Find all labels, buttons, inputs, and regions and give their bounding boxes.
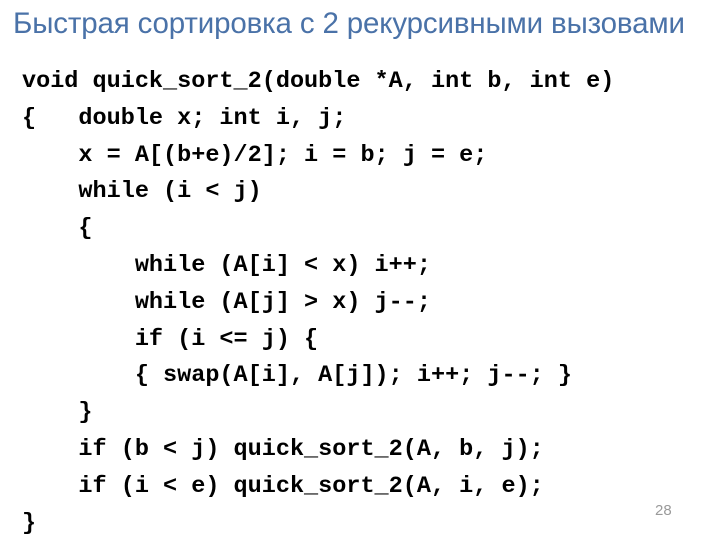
- code-line: {: [22, 215, 93, 243]
- code-line: { double x; int i, j;: [22, 104, 347, 132]
- code-line: if (i <= j) {: [22, 325, 319, 353]
- code-line: x = A[(b+e)/2]; i = b; j = e;: [22, 141, 488, 169]
- slide-title: Быстрая сортировка с 2 рекурсивными вызо…: [13, 7, 685, 40]
- code-line: while (i < j): [22, 178, 262, 206]
- code-line: }: [22, 509, 37, 537]
- code-line: while (A[j] > x) j--;: [22, 288, 431, 316]
- code-line: { swap(A[i], A[j]); i++; j--; }: [22, 362, 572, 390]
- code-line: if (i < e) quick_sort_2(A, i, e);: [22, 472, 544, 500]
- code-block: void quick_sort_2(double *A, int b, int …: [22, 64, 702, 540]
- code-line: void quick_sort_2(double *A, int b, int …: [22, 68, 615, 95]
- code-line: if (b < j) quick_sort_2(A, b, j);: [22, 435, 544, 463]
- presentation-slide: Быстрая сортировка с 2 рекурсивными вызо…: [0, 0, 720, 540]
- code-line: while (A[i] < x) i++;: [22, 251, 431, 279]
- slide-number: 28: [655, 502, 672, 519]
- code-line: }: [22, 399, 93, 427]
